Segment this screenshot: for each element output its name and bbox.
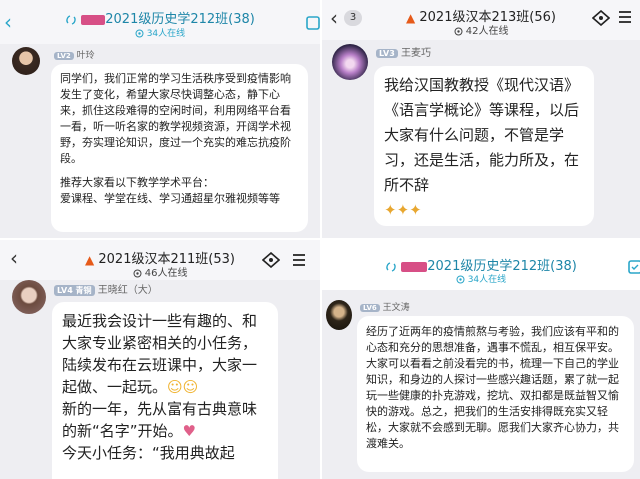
level-badge: LV6 (360, 303, 380, 312)
heart-emoji: ♥ (182, 422, 196, 440)
group-link-icon (66, 14, 76, 25)
level-badge: LV3 (376, 48, 398, 58)
message-bubble[interactable]: 我给汉国教教授《现代汉语》《语言学概论》等课程，以后大家有什么问题，不管是学习，… (374, 66, 594, 226)
avatar[interactable] (332, 44, 368, 80)
group-link-icon (386, 261, 396, 272)
level-badge: LV2 (54, 51, 74, 60)
smile-emoji: ☺☺ (167, 378, 199, 396)
message-text: 同学们，我们正常的学习生活秩序受到疫情影响发生了变化，希望大家尽快调整心态，静下… (60, 72, 291, 165)
redacted-block (81, 14, 106, 25)
signal-icon (454, 27, 463, 35)
chat-header: ‹ 2021级历史学212班(38) 34人在线 (0, 0, 320, 44)
chat-header: ‹ 3 ▲ 2021级汉本213班(56) 42人在线 (322, 0, 640, 40)
chat-panel-hanben-213: ‹ 3 ▲ 2021级汉本213班(56) 42人在线 LV3 王麦巧 我给汉国… (322, 0, 640, 238)
message-text: 我给汉国教教授《现代汉语》《语言学概论》等课程，以后大家有什么问题，不管是学习，… (384, 73, 585, 223)
message-text-2: 新的一年，先从富有古典意味的新“名字”开始。♥ (62, 400, 258, 440)
message-text-3: 今天小任务：“我用典故起 (62, 444, 235, 462)
checklist-icon[interactable] (306, 16, 320, 30)
sender-line: LV3 王麦巧 (376, 44, 431, 59)
sender-name: 叶玲 (76, 51, 95, 61)
chat-panel-hanben-211: ‹ ▲ 2021级汉本211班(53) 46人在线 LV4 青铜 王晓红（大） … (0, 240, 320, 479)
message-text: 经历了近两年的疫情煎熬与考验，我们应该有平和的心态和充分的思想准备，遇事不慌乱，… (366, 325, 619, 450)
signal-icon (135, 29, 144, 38)
online-status: 34人在线 (0, 26, 320, 39)
chat-title: 2021级历史学212班(38) (0, 8, 320, 27)
chat-header: 2021级历史学212班(38) 34人在线 (322, 240, 640, 290)
avatar[interactable] (12, 280, 46, 314)
sender-name: 王晓红（大） (97, 285, 158, 296)
settings-icon[interactable] (592, 10, 610, 26)
signal-icon (133, 269, 142, 277)
sender-name: 王文涛 (382, 303, 410, 313)
menu-icon[interactable] (292, 253, 306, 267)
message-bubble[interactable]: 最近我会设计一些有趣的、和大家专业紧密相关的小任务，陆续发布在云班课中，大家一起… (52, 302, 278, 479)
sender-line: LV4 青铜 王晓红（大） (54, 281, 158, 296)
signal-icon (456, 275, 465, 284)
clapping-hands-emoji: ✦✦✦ (384, 201, 422, 219)
message-bubble[interactable]: 经历了近两年的疫情煎熬与考验，我们应该有平和的心态和充分的思想准备，遇事不慌乱，… (357, 316, 634, 472)
online-status: 34人在线 (322, 272, 640, 285)
checklist-icon[interactable] (628, 260, 640, 274)
redacted-block (401, 261, 428, 272)
sender-name: 王麦巧 (400, 48, 431, 59)
chat-panel-history-212-top: ‹ 2021级历史学212班(38) 34人在线 LV2 叶玲 同学们，我们正常… (0, 0, 320, 238)
settings-icon[interactable] (262, 252, 280, 268)
avatar[interactable] (12, 47, 40, 75)
chat-panel-history-212-bottom: 2021级历史学212班(38) 34人在线 LV6 王文涛 经历了近两年的疫情… (322, 240, 640, 479)
sender-line: LV6 王文涛 (360, 300, 410, 313)
avatar[interactable] (326, 300, 352, 330)
sender-line: LV2 叶玲 (54, 48, 95, 61)
level-badge: LV4 青铜 (54, 284, 95, 296)
chat-header: ‹ ▲ 2021级汉本211班(53) 46人在线 (0, 240, 320, 280)
message-text: 最近我会设计一些有趣的、和大家专业紧密相关的小任务，陆续发布在云班课中，大家一起… (62, 312, 258, 396)
message-text-2: 推荐大家看以下教学学术平台： 爱课程、学堂在线、学习通超星尔雅视频等等 (60, 176, 280, 205)
message-bubble[interactable]: 同学们，我们正常的学习生活秩序受到疫情影响发生了变化，希望大家尽快调整心态，静下… (51, 64, 308, 232)
menu-icon[interactable] (618, 10, 632, 24)
